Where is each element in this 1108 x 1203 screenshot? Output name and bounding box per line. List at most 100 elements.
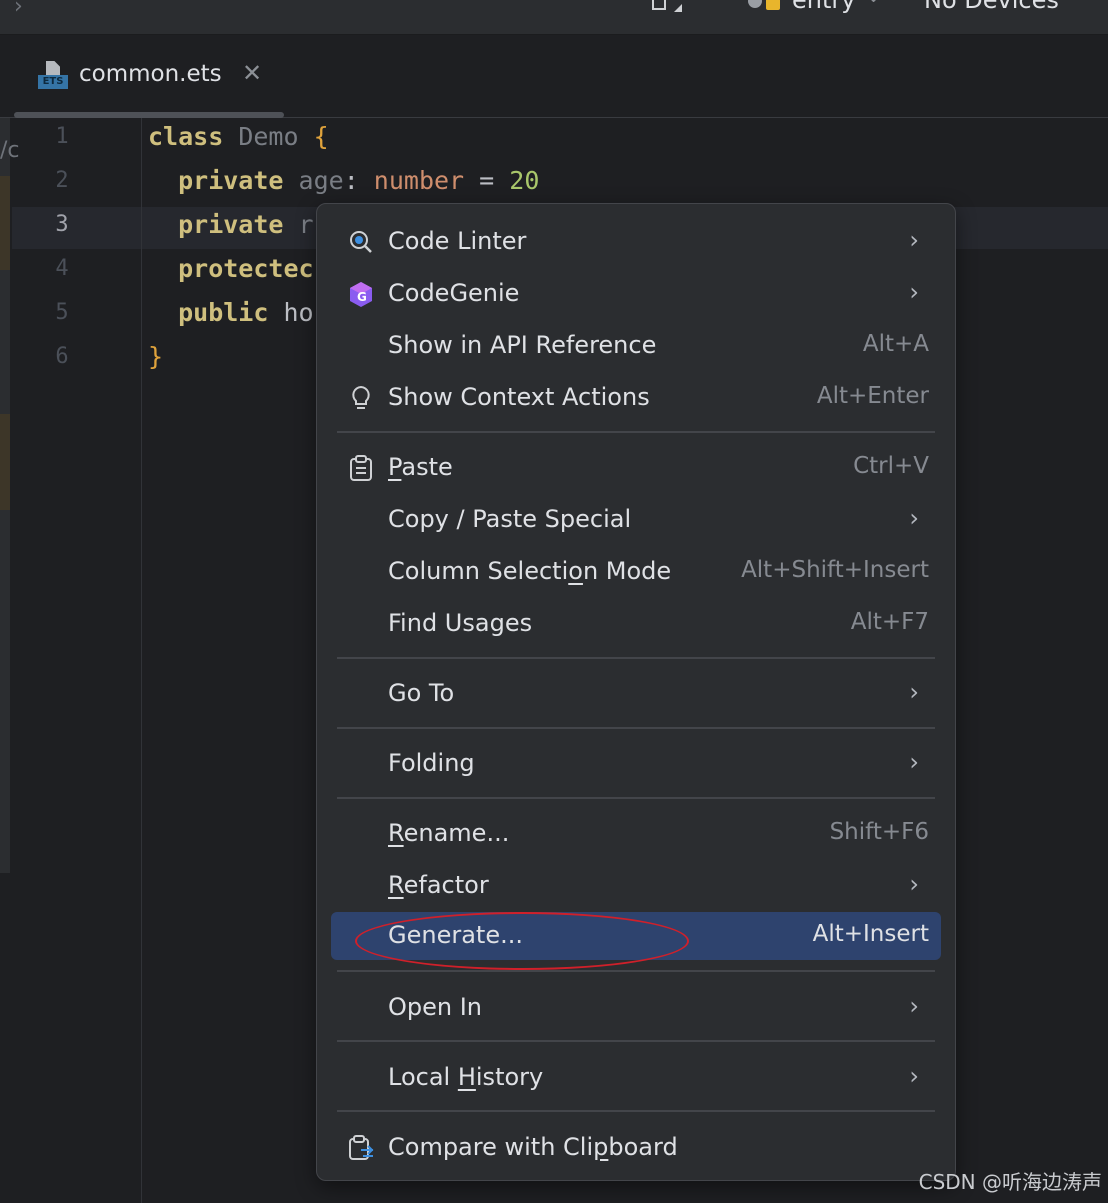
menu-separator — [337, 431, 935, 433]
menu-item-paste[interactable]: Paste Ctrl+V — [331, 444, 941, 492]
menu-item-label: Refactor — [388, 871, 489, 899]
code-token: class — [148, 122, 224, 151]
menu-item-generate[interactable]: Generate... Alt+Insert — [331, 912, 941, 960]
menu-separator — [337, 1040, 935, 1042]
code-token: public — [148, 298, 269, 327]
menu-item-label: Copy / Paste Special — [388, 505, 632, 533]
line-number: 6 — [55, 344, 69, 369]
menu-item-label: Compare with Clipboard — [388, 1133, 678, 1161]
clipboard-icon — [347, 454, 375, 482]
menu-item-show-context-actions[interactable]: Show Context Actions Alt+Enter — [331, 374, 941, 422]
code-token: 20 — [509, 166, 540, 195]
chevron-down-icon[interactable]: ⌄ — [866, 0, 881, 7]
code-token: { — [313, 122, 329, 151]
menu-item-code-linter[interactable]: Code Linter › — [331, 218, 941, 266]
tab-common-ets[interactable]: ETS common.ets ✕ — [14, 35, 284, 118]
menu-item-label: Show Context Actions — [388, 383, 650, 411]
code-line[interactable]: private age: number = 20 — [148, 166, 539, 195]
menu-item-label: Folding — [388, 749, 475, 777]
menu-separator — [337, 657, 935, 659]
menu-item-label: Go To — [388, 679, 455, 707]
left-tool-strip — [0, 118, 10, 873]
side-fragment: /c — [0, 138, 20, 163]
menu-item-codegenie[interactable]: G CodeGenie › — [331, 270, 941, 318]
chevron-right-icon: › — [909, 678, 919, 706]
menu-item-folding[interactable]: Folding › — [331, 740, 941, 788]
code-line[interactable]: public ho — [148, 298, 314, 327]
menu-item-shortcut: Alt+F7 — [850, 609, 929, 635]
device-icon[interactable] — [652, 0, 666, 10]
menu-item-shortcut: Alt+Insert — [812, 921, 929, 947]
chevron-right-icon: › — [909, 748, 919, 776]
menu-item-compare-with-clipboard[interactable]: Compare with Clipboard — [331, 1124, 941, 1172]
line-number: 3 — [55, 212, 69, 237]
menu-item-column-selection-mode[interactable]: Column Selection Mode Alt+Shift+Insert — [331, 548, 941, 596]
code-linter-icon — [347, 228, 375, 256]
compare-clipboard-icon — [347, 1134, 375, 1162]
chevron-icon[interactable]: › — [14, 0, 23, 19]
code-token: number — [373, 166, 465, 195]
watermark: CSDN @听海边涛声 — [918, 1170, 1102, 1194]
code-line[interactable]: protectec — [148, 254, 314, 283]
module-selector[interactable]: entry — [792, 0, 855, 14]
line-number: 5 — [55, 300, 69, 325]
device-selector[interactable]: No Devices — [924, 0, 1059, 14]
line-number: 2 — [55, 168, 69, 193]
ets-badge: ETS — [38, 75, 68, 89]
ets-file-icon: ETS — [38, 59, 68, 91]
menu-item-shortcut: Alt+Shift+Insert — [741, 557, 929, 583]
menu-item-show-in-api-reference[interactable]: Show in API Reference Alt+A — [331, 322, 941, 370]
menu-item-find-usages[interactable]: Find Usages Alt+F7 — [331, 600, 941, 648]
chevron-right-icon: › — [909, 992, 919, 1020]
menu-item-label: Show in API Reference — [388, 331, 657, 359]
chevron-right-icon: › — [909, 1062, 919, 1090]
menu-item-refactor[interactable]: Refactor › — [331, 862, 941, 910]
code-token: protectec — [148, 254, 314, 283]
context-menu: Code Linter › G CodeGenie › Show in API Refer… — [316, 203, 956, 1181]
gutter-divider — [141, 118, 142, 1203]
lightbulb-icon — [347, 384, 375, 412]
menu-item-label: Code Linter — [388, 227, 527, 255]
top-toolbar: › entry ⌄ No Devices — [0, 0, 1108, 35]
menu-item-rename[interactable]: Rename... Shift+F6 — [331, 810, 941, 858]
menu-separator — [337, 727, 935, 729]
module-icon — [766, 0, 780, 10]
menu-item-label: Open In — [388, 993, 483, 1021]
code-token: private — [148, 166, 284, 195]
menu-item-copy-paste-special[interactable]: Copy / Paste Special › — [331, 496, 941, 544]
code-token: age — [283, 166, 344, 195]
menu-separator — [337, 797, 935, 799]
code-line[interactable]: } — [148, 342, 163, 371]
code-token: } — [148, 342, 164, 371]
code-token: = — [464, 166, 510, 195]
menu-separator — [337, 970, 935, 972]
menu-item-label: CodeGenie — [388, 279, 520, 307]
ide-window: › entry ⌄ No Devices ETS common.ets ✕ /c… — [0, 0, 1108, 1203]
menu-item-label: Paste — [388, 453, 453, 481]
code-token: private — [148, 210, 284, 239]
codegenie-icon: G — [347, 280, 375, 308]
menu-item-label: Generate... — [388, 921, 523, 949]
menu-separator — [337, 1110, 935, 1112]
line-number: 1 — [55, 124, 69, 149]
line-number: 4 — [55, 256, 69, 281]
chevron-right-icon: › — [909, 504, 919, 532]
menu-item-shortcut: Alt+Enter — [816, 383, 929, 409]
code-line[interactable]: class Demo { — [148, 122, 329, 151]
chevron-right-icon: › — [909, 226, 919, 254]
menu-item-go-to[interactable]: Go To › — [331, 670, 941, 718]
menu-item-shortcut: Shift+F6 — [829, 819, 929, 845]
tab-title[interactable]: common.ets — [79, 61, 222, 87]
close-icon[interactable]: ✕ — [242, 59, 262, 87]
chevron-right-icon: › — [909, 278, 919, 306]
menu-item-local-history[interactable]: Local History › — [331, 1054, 941, 1102]
menu-item-label: Column Selection Mode — [388, 557, 672, 585]
menu-item-label: Local History — [388, 1063, 544, 1091]
device-icon-corner — [674, 4, 682, 12]
chevron-right-icon: › — [909, 870, 919, 898]
menu-item-open-in[interactable]: Open In › — [331, 984, 941, 1032]
svg-text:G: G — [357, 290, 367, 304]
code-token: ho — [268, 298, 314, 327]
code-token: r — [283, 210, 314, 239]
code-line[interactable]: private r — [148, 210, 314, 239]
